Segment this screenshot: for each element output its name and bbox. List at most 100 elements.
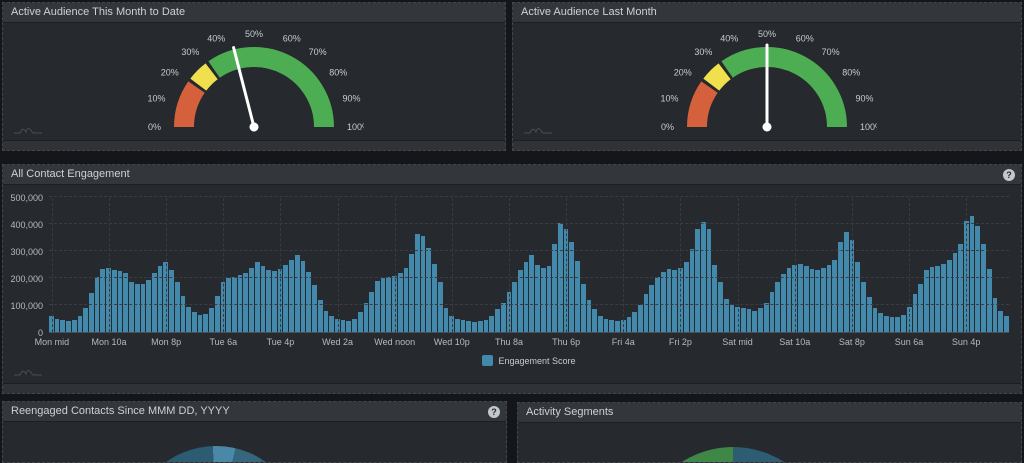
engagement-bar	[975, 226, 980, 332]
x-tick-label: Fri 4a	[612, 337, 635, 347]
engagement-bar	[181, 296, 186, 332]
engagement-bar	[890, 317, 895, 332]
h-gridline	[49, 304, 1009, 305]
help-icon[interactable]: ?	[488, 406, 500, 418]
engagement-bar	[324, 311, 329, 332]
engagement-bar	[123, 273, 128, 332]
panel-header: Active Audience Last Month	[513, 3, 1021, 23]
engagement-bar	[810, 269, 815, 332]
panel-footer	[3, 140, 505, 150]
x-tick-label: Mon 8p	[151, 337, 181, 347]
engagement-bar	[684, 262, 689, 332]
gauge-chart-last-month: 0%10%20%30%40%50%60%70%80%90%100%	[657, 25, 877, 137]
engagement-bar	[918, 284, 923, 332]
gauge-tick-label: 80%	[842, 67, 860, 77]
panel-title: Activity Segments	[526, 406, 613, 418]
engagement-y-axis: 0100,000200,000300,000400,000500,000	[3, 198, 45, 333]
engagement-bar	[884, 316, 889, 332]
engagement-bar	[243, 273, 248, 332]
v-gridline	[795, 198, 796, 332]
engagement-bar	[627, 317, 632, 332]
x-tick-label: Mon mid	[35, 337, 70, 347]
engagement-bar	[129, 282, 134, 332]
engagement-bar	[941, 264, 946, 332]
engagement-bar	[346, 321, 351, 332]
reengaged-chart-body	[3, 422, 506, 462]
panel-header: All Contact Engagement ?	[3, 165, 1021, 185]
h-gridline	[49, 277, 1009, 278]
v-gridline	[166, 198, 167, 332]
engagement-bar	[495, 309, 500, 332]
v-gridline	[966, 198, 967, 332]
segments-chart-body	[518, 423, 1021, 462]
gauge-tick-label: 60%	[796, 34, 814, 44]
engagement-bar	[581, 284, 586, 332]
y-tick-label: 100,000	[10, 301, 43, 311]
engagement-legend[interactable]: Engagement Score	[49, 355, 1009, 366]
engagement-bar	[730, 305, 735, 332]
engagement-chart-body: 0100,000200,000300,000400,000500,000 Mon…	[3, 185, 1021, 382]
gauge-tick-label: 20%	[161, 67, 179, 77]
gauge-mtd-body: 0%10%20%30%40%50%60%70%80%90%100%	[3, 23, 505, 140]
engagement-bar	[226, 278, 231, 332]
panel-title: Active Audience Last Month	[521, 6, 657, 18]
engagement-bar	[432, 264, 437, 332]
engagement-bar	[398, 273, 403, 332]
engagement-bar	[444, 308, 449, 332]
engagement-bar	[358, 312, 363, 332]
engagement-bar	[815, 270, 820, 332]
help-icon[interactable]: ?	[1003, 169, 1015, 181]
engagement-bar	[364, 303, 369, 332]
reengaged-pie-chart	[130, 446, 302, 462]
gauge-tick-label: 70%	[309, 47, 327, 57]
engagement-bar	[266, 270, 271, 332]
engagement-bar	[747, 309, 752, 332]
x-tick-label: Sat mid	[722, 337, 753, 347]
engagement-bar	[60, 320, 65, 332]
engagement-bar	[100, 269, 105, 332]
engagement-plot	[49, 198, 1009, 333]
gauge-band	[697, 87, 709, 127]
h-gridline	[49, 196, 1009, 197]
engagement-bar	[512, 282, 517, 332]
engagement-bar	[878, 313, 883, 332]
engagement-bar	[632, 312, 637, 332]
engagement-bar	[72, 320, 77, 332]
engagement-bar	[215, 296, 220, 332]
panel-title: Reengaged Contacts Since MMM DD, YYYY	[11, 405, 230, 417]
engagement-bar	[913, 294, 918, 332]
engagement-bar	[329, 316, 334, 332]
v-gridline	[509, 198, 510, 332]
engagement-bar	[855, 262, 860, 332]
gauge-tick-label: 80%	[329, 67, 347, 77]
x-tick-label: Sun 6a	[895, 337, 924, 347]
gauge-tick-label: 90%	[342, 93, 360, 103]
engagement-bar	[970, 216, 975, 332]
engagement-bar	[461, 320, 466, 332]
gauge-band	[198, 71, 211, 84]
v-gridline	[280, 198, 281, 332]
gauge-tick-label: 10%	[661, 93, 679, 103]
h-gridline	[49, 223, 1009, 224]
v-gridline	[223, 198, 224, 332]
v-gridline	[566, 198, 567, 332]
engagement-bar	[209, 308, 214, 332]
gauge-tick-label: 50%	[758, 29, 776, 39]
engagement-bar	[609, 320, 614, 332]
engagement-bar	[186, 307, 191, 332]
engagement-bar	[118, 271, 123, 332]
gauge-tick-label: 100%	[860, 122, 877, 132]
engagement-bar	[375, 281, 380, 332]
watermark-logo-icon	[13, 365, 43, 377]
engagement-bar	[935, 266, 940, 332]
v-gridline	[52, 198, 53, 332]
engagement-bar	[758, 308, 763, 332]
panel-active-audience-mtd: Active Audience This Month to Date 0%10%…	[2, 2, 506, 151]
engagement-bar	[981, 244, 986, 332]
legend-swatch	[482, 355, 493, 366]
y-tick-label: 300,000	[10, 247, 43, 257]
engagement-bar	[832, 260, 837, 332]
engagement-bar	[649, 285, 654, 332]
engagement-bar	[169, 270, 174, 332]
engagement-bar	[466, 321, 471, 332]
